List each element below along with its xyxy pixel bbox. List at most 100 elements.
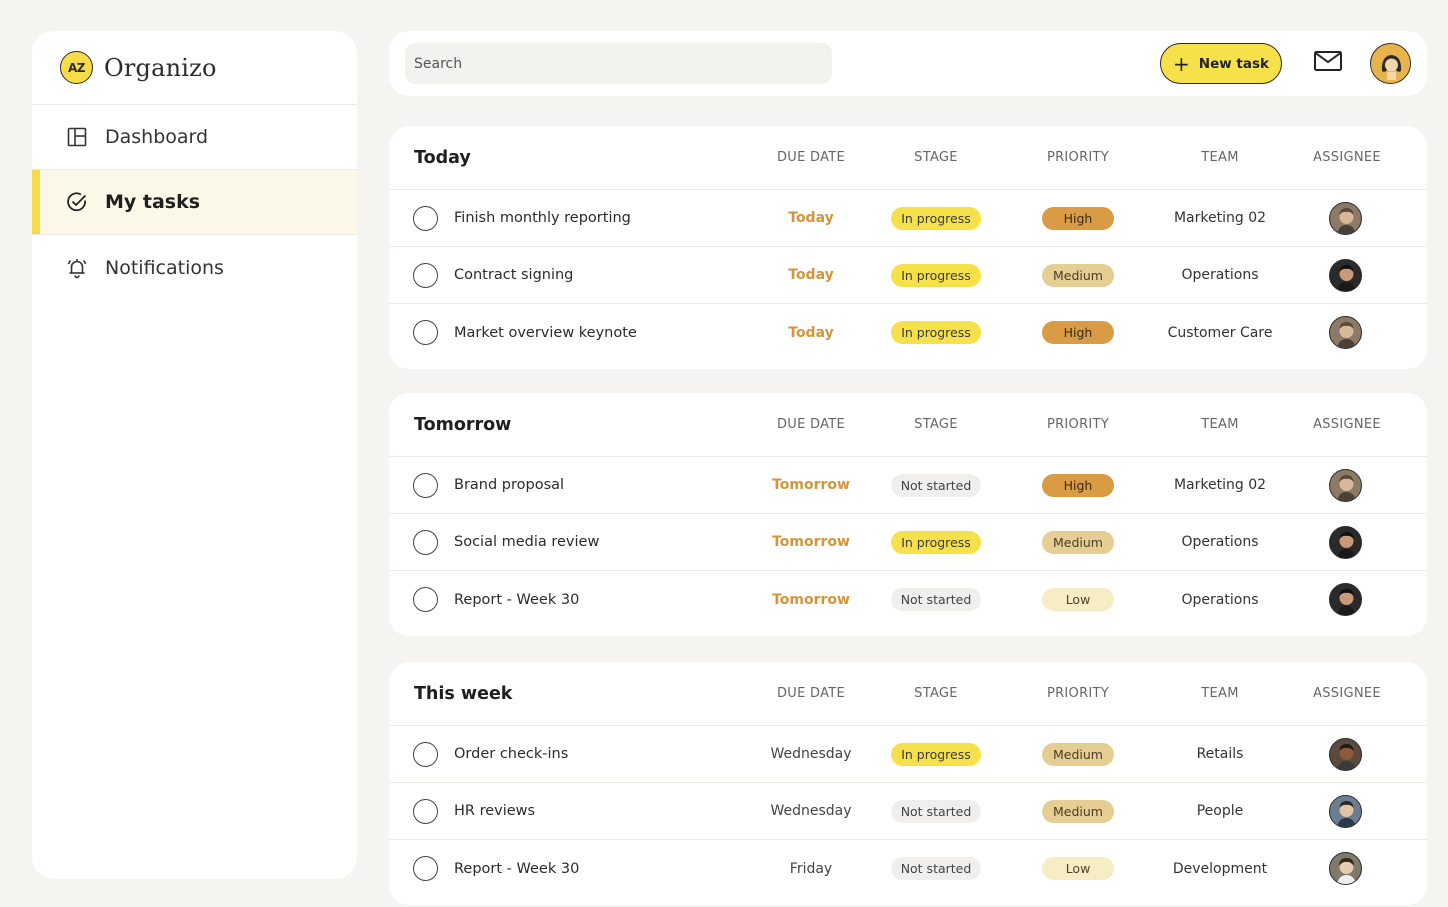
priority-badge[interactable]: High	[1042, 321, 1114, 344]
assignee-avatar[interactable]	[1329, 316, 1362, 349]
column-header-priority[interactable]: PRIORITY	[1008, 150, 1148, 165]
sidebar-item-notifications[interactable]: Notifications	[32, 235, 357, 300]
priority-cell: High	[1008, 206, 1148, 230]
stage-badge[interactable]: In progress	[891, 206, 981, 230]
priority-cell: High	[1008, 321, 1148, 344]
task-name[interactable]: Social media review	[454, 534, 599, 550]
task-row[interactable]: Brand proposal Tomorrow Not started High…	[389, 457, 1427, 514]
user-avatar-icon[interactable]	[1370, 43, 1411, 84]
group-header: Today DUE DATE STAGE PRIORITY TEAM ASSIG…	[389, 126, 1427, 190]
sidebar: AZ Organizo Dashboard My tasks Notificat…	[32, 31, 357, 879]
assignee-avatar[interactable]	[1329, 737, 1362, 771]
due-date: Tomorrow	[772, 534, 850, 550]
task-row[interactable]: Contract signing Today In progress Mediu…	[389, 247, 1427, 304]
task-name[interactable]: Brand proposal	[454, 477, 564, 493]
stage-cell: In progress	[866, 321, 1006, 344]
team-name: Marketing 02	[1173, 210, 1267, 226]
assignee-avatar[interactable]	[1329, 852, 1362, 885]
column-header-due-date[interactable]: DUE DATE	[741, 150, 881, 165]
group-title: This week	[414, 683, 513, 704]
search-input[interactable]	[405, 43, 832, 84]
column-header-assignee[interactable]: ASSIGNEE	[1277, 417, 1417, 432]
stage-badge[interactable]: In progress	[891, 530, 981, 554]
column-header-team[interactable]: TEAM	[1150, 686, 1290, 701]
priority-badge[interactable]: Medium	[1042, 530, 1114, 554]
column-header-stage[interactable]: STAGE	[866, 150, 1006, 165]
priority-badge[interactable]: High	[1042, 473, 1114, 497]
column-header-priority[interactable]: PRIORITY	[1008, 686, 1148, 701]
new-task-label: New task	[1198, 55, 1269, 72]
sidebar-item-dashboard[interactable]: Dashboard	[32, 105, 357, 170]
task-group-tomorrow: Tomorrow DUE DATE STAGE PRIORITY TEAM AS…	[389, 393, 1427, 636]
priority-badge[interactable]: Low	[1042, 588, 1114, 611]
mail-icon[interactable]	[1313, 49, 1347, 77]
brand: AZ Organizo	[32, 31, 357, 105]
task-checkbox[interactable]	[413, 529, 438, 555]
task-row[interactable]: Market overview keynote Today In progres…	[389, 304, 1427, 361]
assignee-avatar[interactable]	[1329, 468, 1362, 502]
task-row[interactable]: Order check-ins Wednesday In progress Me…	[389, 726, 1427, 783]
task-row[interactable]: Report - Week 30 Friday Not started Low …	[389, 840, 1427, 897]
assignee-avatar[interactable]	[1329, 201, 1362, 235]
sidebar-item-my-tasks[interactable]: My tasks	[32, 170, 357, 235]
assignee-avatar[interactable]	[1329, 794, 1362, 828]
priority-cell: Medium	[1008, 530, 1148, 554]
stage-badge[interactable]: Not started	[890, 473, 982, 497]
due-date: Wednesday	[770, 803, 852, 819]
stage-badge[interactable]: Not started	[890, 857, 982, 880]
priority-badge[interactable]: Medium	[1042, 263, 1114, 287]
task-checkbox[interactable]	[413, 320, 438, 345]
task-name[interactable]: Market overview keynote	[454, 325, 637, 341]
column-header-assignee[interactable]: ASSIGNEE	[1277, 686, 1417, 701]
sidebar-item-label: Notifications	[105, 256, 224, 279]
column-header-assignee[interactable]: ASSIGNEE	[1277, 150, 1417, 165]
due-date: Today	[788, 267, 834, 283]
task-row[interactable]: Finish monthly reporting Today In progre…	[389, 190, 1427, 247]
column-header-due-date[interactable]: DUE DATE	[741, 686, 881, 701]
task-name[interactable]: Order check-ins	[454, 746, 568, 762]
column-header-priority[interactable]: PRIORITY	[1008, 417, 1148, 432]
stage-badge[interactable]: In progress	[891, 263, 981, 287]
task-row[interactable]: Report - Week 30 Tomorrow Not started Lo…	[389, 571, 1427, 628]
stage-badge[interactable]: In progress	[891, 742, 981, 766]
team-name: Operations	[1181, 267, 1259, 283]
group-title: Today	[414, 147, 471, 168]
task-name[interactable]: Contract signing	[454, 267, 573, 283]
task-checkbox[interactable]	[413, 262, 438, 288]
priority-badge[interactable]: Low	[1042, 857, 1114, 880]
assignee-avatar[interactable]	[1329, 525, 1362, 559]
due-date: Friday	[789, 860, 833, 877]
sidebar-item-label: My tasks	[105, 191, 201, 213]
column-header-team[interactable]: TEAM	[1150, 417, 1290, 432]
stage-badge[interactable]: Not started	[890, 588, 982, 611]
logo-icon: AZ	[60, 51, 93, 84]
task-row[interactable]: HR reviews Wednesday Not started Medium …	[389, 783, 1427, 840]
column-header-stage[interactable]: STAGE	[866, 686, 1006, 701]
task-name[interactable]: Finish monthly reporting	[454, 210, 631, 226]
task-name[interactable]: Report - Week 30	[454, 592, 579, 608]
due-date: Today	[788, 210, 834, 226]
new-task-button[interactable]: + New task	[1160, 43, 1282, 84]
priority-badge[interactable]: High	[1042, 206, 1114, 230]
due-date: Wednesday	[770, 746, 852, 762]
priority-badge[interactable]: Medium	[1042, 799, 1114, 823]
column-header-stage[interactable]: STAGE	[866, 417, 1006, 432]
task-checkbox[interactable]	[413, 741, 438, 767]
stage-badge[interactable]: Not started	[890, 799, 982, 823]
task-checkbox[interactable]	[413, 472, 438, 498]
stage-badge[interactable]: In progress	[891, 321, 981, 344]
task-checkbox[interactable]	[413, 587, 438, 612]
priority-badge[interactable]: Medium	[1042, 742, 1114, 766]
task-checkbox[interactable]	[413, 205, 438, 231]
priority-cell: Low	[1008, 588, 1148, 611]
task-row[interactable]: Social media review Tomorrow In progress…	[389, 514, 1427, 571]
task-checkbox[interactable]	[413, 856, 438, 881]
task-name[interactable]: Report - Week 30	[454, 861, 579, 877]
task-name[interactable]: HR reviews	[454, 803, 535, 819]
assignee-avatar[interactable]	[1329, 258, 1362, 292]
column-header-due-date[interactable]: DUE DATE	[741, 417, 881, 432]
priority-cell: Medium	[1008, 799, 1148, 823]
assignee-avatar[interactable]	[1329, 583, 1362, 616]
task-checkbox[interactable]	[413, 798, 438, 824]
column-header-team[interactable]: TEAM	[1150, 150, 1290, 165]
